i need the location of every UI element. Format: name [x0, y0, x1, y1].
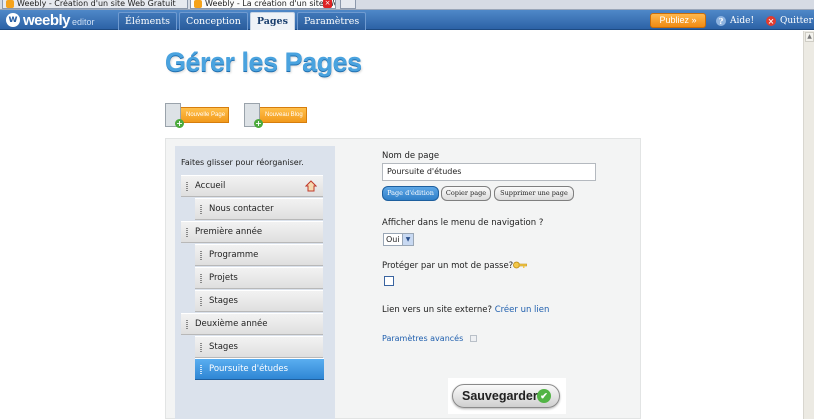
new-blog-label: Nouveau Blog	[256, 106, 307, 123]
tree-item-label: Stages	[209, 342, 238, 352]
tree-item-label: Projets	[209, 273, 238, 283]
external-link-label: Lien vers un site externe?	[382, 305, 492, 315]
tab-design[interactable]: Conception	[179, 12, 248, 30]
new-blog-button[interactable]: + Nouveau Blog	[244, 102, 307, 128]
drag-handle-icon[interactable]	[200, 297, 202, 306]
plus-icon: +	[175, 118, 184, 128]
advanced-settings-link[interactable]: Paramètres avancés	[382, 334, 477, 343]
tree-item-label: Programme	[209, 250, 259, 260]
scroll-up-arrow-icon[interactable]: ▲	[805, 32, 814, 42]
external-link-row: Lien vers un site externe? Créer un lien	[382, 305, 549, 315]
delete-page-button[interactable]: Supprimer une page	[494, 186, 574, 201]
drag-handle-icon[interactable]	[200, 251, 202, 260]
quit-button[interactable]: × Quitter	[766, 13, 813, 28]
drag-handle-icon[interactable]	[186, 320, 188, 329]
new-page-label: Nouvelle Page	[177, 106, 230, 123]
blog-document-icon: +	[244, 102, 263, 128]
drag-handle-icon[interactable]	[200, 365, 202, 374]
chevron-down-icon[interactable]: ▼	[402, 234, 413, 245]
drag-handle-icon[interactable]	[186, 182, 188, 191]
tree-item-poursuite-etudes[interactable]: Poursuite d'études	[195, 358, 324, 380]
tree-item-stages[interactable]: Stages	[195, 290, 323, 312]
tree-item-label: Poursuite d'études	[209, 364, 289, 374]
tree-item-label: Stages	[209, 296, 238, 306]
page-title: Gérer les Pages	[165, 47, 362, 77]
tree-item-label: Nous contacter	[209, 204, 274, 214]
weebly-favicon-icon	[194, 0, 202, 8]
help-button[interactable]: ? Aide!	[716, 13, 754, 28]
home-icon	[305, 180, 317, 192]
copy-page-button[interactable]: Copier page	[441, 186, 491, 201]
nav-menu-label: Afficher dans le menu de navigation ?	[382, 218, 544, 228]
checkmark-icon: ✔	[537, 389, 551, 403]
create-link-link[interactable]: Créer un lien	[495, 305, 550, 315]
logo-subtext: editor	[72, 17, 95, 27]
tree-item-label: Première année	[195, 227, 263, 237]
nav-menu-select[interactable]: Oui ▼	[383, 233, 414, 246]
plus-icon: +	[254, 118, 263, 128]
page-name-label: Nom de page	[382, 151, 440, 161]
tree-item-accueil[interactable]: Accueil	[181, 175, 323, 197]
tree-item-label: Accueil	[195, 181, 226, 191]
weebly-logo[interactable]: w weebly editor	[6, 11, 95, 29]
edit-page-button[interactable]: Page d'édition	[382, 186, 439, 201]
browser-tab-active[interactable]: Weebly - La création d'un site Web... ×	[190, 0, 336, 9]
drag-handle-icon[interactable]	[186, 228, 188, 237]
tab-settings[interactable]: Paramètres	[296, 12, 367, 30]
password-checkbox[interactable]	[384, 276, 394, 286]
tab-pages[interactable]: Pages	[249, 12, 295, 30]
tab-elements[interactable]: Éléments	[118, 12, 178, 30]
close-tab-icon[interactable]: ×	[323, 0, 332, 8]
tree-hint: Faites glisser pour réorganiser.	[181, 158, 304, 167]
tree-item-nous-contacter[interactable]: Nous contacter	[195, 198, 323, 220]
tree-item-projets[interactable]: Projets	[195, 267, 323, 289]
tree-item-stages[interactable]: Stages	[195, 336, 323, 358]
close-icon: ×	[766, 15, 776, 26]
quit-label: Quitter	[780, 15, 813, 26]
tree-item-deuxieme-annee[interactable]: Deuxième année	[181, 313, 323, 335]
browser-tab-title: Weebly - Création d'un site Web Gratuit	[17, 0, 176, 8]
help-icon: ?	[716, 15, 726, 26]
publish-button[interactable]: Publiez »	[650, 13, 706, 28]
page-document-icon: +	[165, 102, 184, 128]
drag-handle-icon[interactable]	[200, 274, 202, 283]
key-icon	[513, 261, 527, 269]
password-label: Protéger par un mot de passe?	[382, 261, 514, 271]
editor-tabs: Éléments Conception Pages Paramètres	[118, 12, 368, 30]
advanced-settings-label: Paramètres avancés	[382, 334, 464, 343]
page-name-input[interactable]: Poursuite d'études	[382, 163, 596, 181]
help-label: Aide!	[730, 15, 755, 26]
new-tab-button[interactable]	[340, 0, 356, 9]
tree-item-programme[interactable]: Programme	[195, 244, 323, 266]
save-button-area: Sauvegarder ✔	[448, 378, 566, 414]
expand-icon	[469, 335, 477, 342]
save-label: Sauvegarder	[462, 389, 538, 403]
new-page-button[interactable]: + Nouvelle Page	[165, 102, 230, 128]
browser-tab-strip: Weebly - Création d'un site Web Gratuit …	[0, 0, 814, 10]
weebly-logo-icon: w	[6, 13, 20, 27]
drag-handle-icon[interactable]	[200, 205, 202, 214]
editor-toolbar: w weebly editor Éléments Conception Page…	[0, 10, 814, 30]
tree-item-label: Deuxième année	[195, 319, 268, 329]
vertical-scrollbar[interactable]: ▲	[803, 31, 814, 419]
logo-text: weebly	[23, 11, 71, 29]
nav-menu-value: Oui	[386, 235, 400, 244]
drag-handle-icon[interactable]	[200, 343, 202, 352]
browser-tab[interactable]: Weebly - Création d'un site Web Gratuit	[2, 0, 188, 9]
save-button[interactable]: Sauvegarder ✔	[452, 384, 560, 408]
tree-item-premiere-annee[interactable]: Première année	[181, 221, 323, 243]
weebly-favicon-icon	[6, 0, 14, 8]
browser-tab-title: Weebly - La création d'un site Web...	[205, 0, 335, 8]
